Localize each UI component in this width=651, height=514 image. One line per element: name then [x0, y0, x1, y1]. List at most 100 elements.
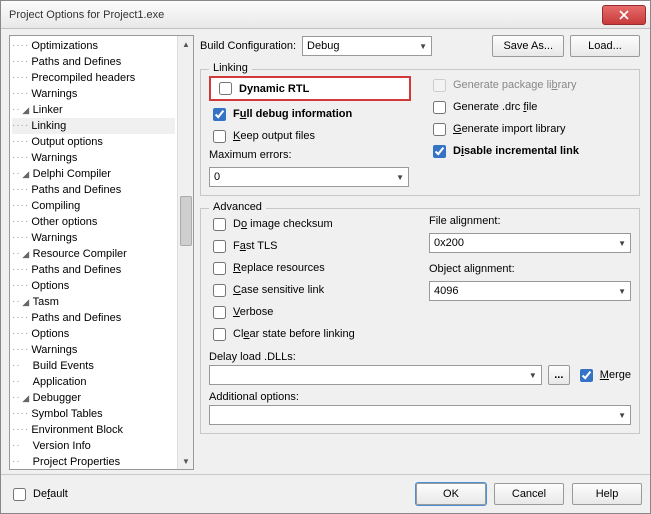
tree-item-label: Options — [29, 278, 69, 294]
full-debug-checkbox[interactable] — [213, 108, 226, 121]
keep-output-checkbox[interactable] — [213, 130, 226, 143]
obj-align-select[interactable]: 4096▼ — [429, 281, 631, 301]
case-sens-checkbox-row[interactable]: Case sensitive link — [209, 281, 411, 299]
tree-item-label: Linking — [29, 118, 66, 134]
clear-state-checkbox[interactable] — [213, 328, 226, 341]
tree-item[interactable]: ····Warnings — [12, 342, 175, 358]
max-errors-value: 0 — [214, 171, 220, 183]
linking-group: Linking Dynamic RTL Full debug informati… — [200, 69, 640, 196]
build-config-value: Debug — [307, 40, 339, 52]
tree-item-label: Version Info — [31, 438, 91, 454]
tree-item[interactable]: ····Precompiled headers — [12, 70, 175, 86]
tree-item[interactable]: ····Warnings — [12, 150, 175, 166]
tree-item[interactable]: ··◢Delphi Compiler — [12, 166, 175, 182]
tree-item[interactable]: ····Options — [12, 278, 175, 294]
max-errors-label: Maximum errors: — [209, 149, 411, 161]
disable-inc-checkbox-row[interactable]: Disable incremental link — [429, 142, 631, 160]
tree-item[interactable]: ····Paths and Defines — [12, 310, 175, 326]
tree-item[interactable]: ··◢Linker — [12, 102, 175, 118]
tree-item[interactable]: ··Application — [12, 374, 175, 390]
default-checkbox-row[interactable]: Default — [9, 485, 68, 503]
merge-checkbox-row[interactable]: Merge — [576, 366, 631, 384]
tree-item-label: Warnings — [29, 150, 77, 166]
tree-item[interactable]: ····Warnings — [12, 86, 175, 102]
tree-item[interactable]: ··Build Events — [12, 358, 175, 374]
expander-icon[interactable]: ◢ — [21, 166, 31, 182]
tree-item[interactable]: ····Optimizations — [12, 38, 175, 54]
tree-item-label: Warnings — [29, 342, 77, 358]
tree-item-label: Paths and Defines — [29, 310, 121, 326]
gen-drc-checkbox[interactable] — [433, 101, 446, 114]
build-config-select[interactable]: Debug ▼ — [302, 36, 432, 56]
scroll-thumb[interactable] — [180, 196, 192, 246]
tree-item[interactable]: ····Paths and Defines — [12, 54, 175, 70]
keep-output-checkbox-row[interactable]: Keep output files — [209, 127, 411, 145]
max-errors-select[interactable]: 0 ▼ — [209, 167, 409, 187]
verbose-checkbox-row[interactable]: Verbose — [209, 303, 411, 321]
dynamic-rtl-checkbox[interactable] — [219, 82, 232, 95]
chevron-down-icon: ▼ — [419, 42, 427, 51]
fast-tls-checkbox[interactable] — [213, 240, 226, 253]
tree-item[interactable]: ····Other options — [12, 214, 175, 230]
tree-item-label: Paths and Defines — [29, 54, 121, 70]
tree-item[interactable]: ··◢Tasm — [12, 294, 175, 310]
additional-opts-select[interactable]: ▼ — [209, 405, 631, 425]
fast-tls-checkbox-row[interactable]: Fast TLS — [209, 237, 411, 255]
gen-import-checkbox-row[interactable]: Generate import library — [429, 120, 631, 138]
do-image-checkbox-row[interactable]: Do image checksum — [209, 215, 411, 233]
expander-icon[interactable]: ◢ — [21, 294, 31, 310]
delay-load-browse-button[interactable]: ... — [548, 365, 570, 385]
scroll-up-icon[interactable]: ▲ — [178, 36, 194, 52]
help-button[interactable]: Help — [572, 483, 642, 505]
verbose-checkbox[interactable] — [213, 306, 226, 319]
disable-inc-checkbox[interactable] — [433, 145, 446, 158]
tree-item[interactable]: ····Linking — [12, 118, 175, 134]
gen-import-checkbox[interactable] — [433, 123, 446, 136]
tree-item[interactable]: ····Paths and Defines — [12, 182, 175, 198]
cancel-button[interactable]: Cancel — [494, 483, 564, 505]
tree-item[interactable]: ··Project Properties — [12, 454, 175, 469]
tree-item[interactable]: ····Environment Block — [12, 422, 175, 438]
expander-icon[interactable]: ◢ — [21, 102, 31, 118]
load-button[interactable]: Load... — [570, 35, 640, 57]
tree-item-label: Optimizations — [29, 38, 98, 54]
tree-item-label: Precompiled headers — [29, 70, 135, 86]
delay-load-label: Delay load .DLLs: — [209, 351, 631, 363]
options-tree[interactable]: ····Optimizations····Paths and Defines··… — [10, 36, 177, 469]
titlebar: Project Options for Project1.exe — [1, 1, 650, 29]
content: ····Optimizations····Paths and Defines··… — [1, 29, 650, 474]
tree-item[interactable]: ····Output options — [12, 134, 175, 150]
clear-state-checkbox-row[interactable]: Clear state before linking — [209, 325, 411, 343]
delay-load-select[interactable]: ▼ — [209, 365, 542, 385]
expander-icon[interactable]: ◢ — [21, 390, 31, 406]
replace-res-checkbox[interactable] — [213, 262, 226, 275]
main-panel: Build Configuration: Debug ▼ Save As... … — [200, 35, 642, 470]
expander-icon[interactable]: ◢ — [21, 246, 31, 262]
close-button[interactable] — [602, 5, 646, 25]
tree-item[interactable]: ····Compiling — [12, 198, 175, 214]
tree-item[interactable]: ··◢Debugger — [12, 390, 175, 406]
save-as-button[interactable]: Save As... — [492, 35, 564, 57]
tree-item[interactable]: ····Paths and Defines — [12, 262, 175, 278]
tree-item[interactable]: ··Version Info — [12, 438, 175, 454]
merge-checkbox[interactable] — [580, 369, 593, 382]
tree-item-label: Paths and Defines — [29, 182, 121, 198]
tree-item-label: Build Events — [31, 358, 94, 374]
file-align-select[interactable]: 0x200▼ — [429, 233, 631, 253]
scrollbar[interactable]: ▲ ▼ — [177, 36, 193, 469]
tree-item-label: Tasm — [31, 294, 59, 310]
ok-button[interactable]: OK — [416, 483, 486, 505]
default-checkbox[interactable] — [13, 488, 26, 501]
tree-item[interactable]: ····Warnings — [12, 230, 175, 246]
replace-res-checkbox-row[interactable]: Replace resources — [209, 259, 411, 277]
full-debug-checkbox-row[interactable]: Full debug information — [209, 105, 411, 123]
tree-item[interactable]: ····Symbol Tables — [12, 406, 175, 422]
obj-align-label: Object alignment: — [429, 263, 631, 275]
tree-item[interactable]: ··◢Resource Compiler — [12, 246, 175, 262]
case-sens-checkbox[interactable] — [213, 284, 226, 297]
scroll-down-icon[interactable]: ▼ — [178, 453, 194, 469]
do-image-checkbox[interactable] — [213, 218, 226, 231]
tree-item-label: Symbol Tables — [29, 406, 102, 422]
gen-drc-checkbox-row[interactable]: Generate .drc file — [429, 98, 631, 116]
tree-item[interactable]: ····Options — [12, 326, 175, 342]
